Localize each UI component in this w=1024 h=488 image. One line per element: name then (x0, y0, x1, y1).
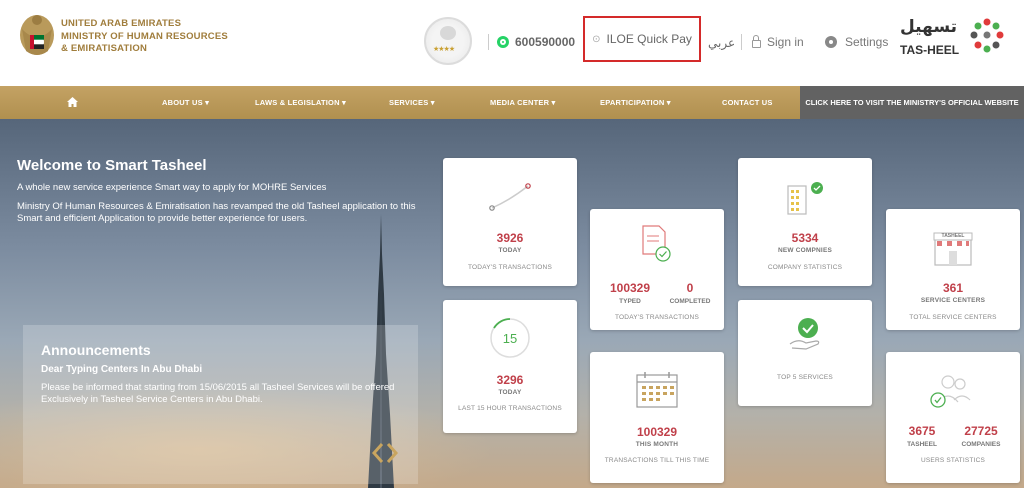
settings-link[interactable]: Settings (825, 35, 888, 49)
last15-label: TODAY (498, 389, 522, 396)
completed-stat: 0 COMPLETED (660, 281, 720, 305)
lock-icon (752, 35, 761, 48)
hero-title: Welcome to Smart Tasheel (17, 157, 207, 174)
typed-value: 100329 (609, 281, 651, 295)
header-divider (741, 34, 742, 50)
companies-label: NEW COMPNIES (777, 247, 833, 254)
nav-laws-legislation[interactable]: LAWS & LEGISLATION ▾ (255, 86, 346, 119)
hero-section: Welcome to Smart Tasheel A whole new ser… (0, 119, 1024, 488)
language-toggle[interactable]: عربي (708, 36, 735, 50)
centers-value: 361 (942, 281, 964, 295)
settings-label: Settings (845, 35, 889, 49)
users-statistics-card[interactable]: 3675 TASHEEL 27725 COMPANIES USERS STATI… (886, 352, 1020, 483)
completed-value: 0 (686, 281, 694, 295)
tasheel-logo[interactable]: تسهيل TAS-HEEL (898, 17, 1010, 67)
announcements-title: Announcements (41, 342, 151, 358)
month-caption: TRANSACTIONS TILL THIS TIME (604, 457, 710, 464)
company-users-stat: 27725 COMPANIES (948, 424, 1014, 448)
chevron-icon[interactable] (371, 442, 399, 464)
award-seal-icon: ★★★★ (424, 17, 472, 65)
settings-icon (825, 36, 837, 48)
storefront-sign: TASHEEL (941, 233, 965, 239)
calendar-icon (636, 372, 678, 408)
last15-value: 3296 (496, 373, 524, 387)
hand-check-icon (789, 318, 820, 350)
today-value: 3926 (496, 231, 524, 245)
last15-caption: LAST 15 HOUR TRANSACTIONS (458, 405, 562, 412)
phone-number: 600590000 (515, 35, 576, 49)
companies-caption: COMPANY STATISTICS (767, 264, 843, 271)
completed-label: COMPLETED (669, 298, 711, 305)
trend-icon (489, 183, 531, 211)
brand-english: TAS-HEEL (900, 43, 960, 57)
home-icon[interactable] (67, 97, 78, 107)
users-icon (930, 375, 971, 408)
brand-arabic: تسهيل (900, 17, 958, 37)
iloe-quick-pay-button[interactable]: ⊙ ILOE Quick Pay (583, 16, 701, 62)
announcements-panel: Announcements Dear Typing Centers In Abu… (23, 325, 418, 484)
quick-pay-label: ILOE Quick Pay (606, 32, 692, 46)
today-caption: TODAY'S TRANSACTIONS (468, 264, 552, 271)
tasheel-logo-icon (970, 18, 1004, 53)
quickpay-icon: ⊙ (592, 33, 601, 45)
ministry-line-3: & EMIRATISATION (61, 43, 148, 54)
company-users-label: COMPANIES (961, 441, 1001, 448)
whatsapp-icon (497, 36, 509, 48)
ministry-name[interactable]: UNITED ARAB EMIRATES MINISTRY OF HUMAN R… (61, 18, 228, 56)
phone-link[interactable]: 600590000 (497, 35, 575, 49)
sign-in-label: Sign in (767, 35, 804, 49)
announcement-subtitle: Dear Typing Centers In Abu Dhabi (41, 364, 203, 375)
building-icon (787, 182, 823, 215)
announcement-body: Please be informed that starting from 15… (41, 382, 395, 405)
typed-stat: 100329 TYPED (600, 281, 660, 305)
nav-eparticipation[interactable]: EPARTICIPATION ▾ (600, 86, 671, 119)
tasheel-users-label: TASHEEL (907, 441, 937, 448)
this-month-card[interactable]: 100329 THIS MONTH TRANSACTIONS TILL THIS… (590, 352, 724, 483)
nav-media-center[interactable]: MEDIA CENTER ▾ (490, 86, 555, 119)
centers-label: SERVICE CENTERS (920, 297, 986, 304)
uae-emblem-icon[interactable] (18, 11, 56, 61)
top-5-services-card[interactable]: TOP 5 SERVICES (738, 300, 872, 406)
users-caption: USERS STATISTICS (921, 457, 985, 464)
sign-in-link[interactable]: Sign in (752, 35, 804, 49)
ministry-line-2: MINISTRY OF HUMAN RESOURCES (61, 30, 228, 42)
site-header: UNITED ARAB EMIRATES MINISTRY OF HUMAN R… (0, 0, 1024, 86)
typed-label: TYPED (619, 298, 641, 305)
header-divider (488, 34, 489, 50)
typed-completed-card[interactable]: 100329 TYPED 0 COMPLETED TODAY'S TRANSAC… (590, 209, 724, 330)
month-value: 100329 (636, 425, 678, 439)
month-label: THIS MONTH (635, 441, 679, 448)
nav-services[interactable]: SERVICES ▾ (389, 86, 435, 119)
typed-caption: TODAY'S TRANSACTIONS (615, 314, 699, 321)
companies-value: 5334 (791, 231, 819, 245)
tasheel-users-value: 3675 (908, 424, 936, 438)
last-15-hours-card[interactable]: 15 3296 TODAY LAST 15 HOUR TRANSACTIONS (443, 300, 577, 433)
document-check-icon (642, 225, 671, 262)
main-nav: ABOUT US ▾ LAWS & LEGISLATION ▾ SERVICES… (0, 86, 1024, 119)
today-transactions-card[interactable]: 3926 TODAY TODAY'S TRANSACTIONS (443, 158, 577, 286)
centers-caption: TOTAL SERVICE CENTERS (909, 314, 997, 321)
company-statistics-card[interactable]: 5334 NEW COMPNIES COMPANY STATISTICS (738, 158, 872, 286)
top5-caption: TOP 5 SERVICES (777, 374, 833, 381)
hours-badge: 15 (502, 331, 518, 346)
ministry-line-1: UNITED ARAB EMIRATES (61, 18, 182, 29)
tasheel-users-stat: 3675 TASHEEL (892, 424, 952, 448)
service-centers-card[interactable]: TASHEEL 361 SERVICE CENTERS TOTAL SERVIC… (886, 209, 1020, 330)
nav-contact-us[interactable]: CONTACT US (722, 86, 773, 119)
official-website-button[interactable]: CLICK HERE TO VISIT THE MINISTRY'S OFFIC… (800, 86, 1024, 119)
company-users-value: 27725 (964, 424, 998, 438)
today-label: TODAY (498, 247, 522, 254)
hero-subtitle: A whole new service experience Smart way… (17, 182, 327, 193)
nav-about-us[interactable]: ABOUT US ▾ (162, 86, 209, 119)
